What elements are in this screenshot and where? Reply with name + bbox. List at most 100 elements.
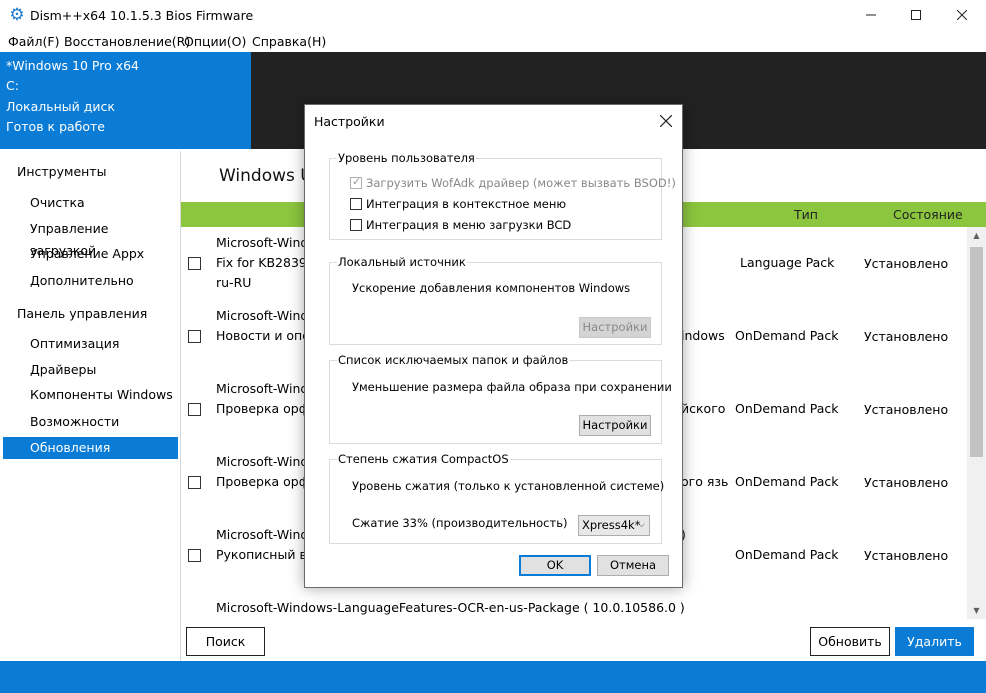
sidebar: Инструменты Очистка Управление загрузкой… [3, 151, 181, 661]
checkbox-label: Загрузить WofAdk драйвер (может вызвать … [366, 176, 676, 190]
menu-help[interactable]: Справка(H) [252, 34, 326, 49]
cancel-button[interactable]: Отмена [597, 555, 669, 576]
gear-icon: ⚙ [9, 5, 25, 25]
checkmark-icon: ✓ [352, 175, 362, 188]
drive-type: Локальный диск [6, 99, 115, 114]
checkbox-label: Интеграция в меню загрузки BCD [366, 218, 572, 232]
row-name-line: Microsoft-Wind [216, 308, 309, 323]
page-title: Windows U [219, 166, 313, 186]
menu-bar: Файл(F) Восстановление(R) Опции(O) Справ… [0, 31, 986, 52]
chevron-down-icon: ⌵ [638, 520, 645, 530]
delete-button[interactable]: Удалить [895, 627, 974, 656]
sidebar-item-appx[interactable]: Управление Appx [3, 243, 178, 265]
drive-letter: C: [6, 78, 19, 93]
ok-button[interactable]: OK [519, 555, 591, 576]
row-status: Установлено [864, 329, 949, 344]
sidebar-group-control-panel: Панель управления [17, 306, 148, 321]
scroll-down-icon[interactable]: ▼ [967, 602, 986, 619]
checkbox-box[interactable] [350, 198, 362, 210]
row-status: Установлено [864, 256, 949, 271]
row-type: OnDemand Pack [735, 547, 839, 562]
checkbox-box: ✓ [350, 175, 362, 189]
row-name-line: Проверка орфо [216, 474, 318, 489]
compression-select-value: Xpress4k* [582, 518, 641, 532]
maximize-icon [911, 10, 921, 20]
minimize-icon [866, 14, 876, 16]
close-button[interactable] [939, 0, 985, 31]
compactos-ratio-text: Сжатие 33% (производительность) [352, 516, 568, 530]
sidebar-item-drivers[interactable]: Драйверы [3, 359, 178, 381]
menu-options[interactable]: Опции(O) [184, 34, 246, 49]
sidebar-item-optimization[interactable]: Оптимизация [3, 333, 178, 355]
checkbox-label: Интеграция в контекстное меню [366, 197, 567, 211]
scrollbar-thumb[interactable] [970, 247, 983, 457]
vertical-scrollbar[interactable]: ▲ ▼ [967, 227, 986, 619]
close-icon [956, 9, 968, 21]
maximize-button[interactable] [893, 0, 939, 31]
row-name-line: Microsoft-Wind [216, 527, 309, 542]
menu-restore[interactable]: Восстановление(R) [64, 34, 190, 49]
column-status[interactable]: Состояние [893, 207, 963, 222]
row-checkbox[interactable] [188, 549, 201, 562]
dialog-title: Настройки [314, 114, 385, 129]
close-icon [659, 114, 673, 128]
row-checkbox[interactable] [188, 330, 201, 343]
row-checkbox[interactable] [188, 476, 201, 489]
compactos-level-text: Уровень сжатия (только к установленной с… [352, 479, 665, 493]
row-checkbox[interactable] [188, 257, 201, 270]
search-button[interactable]: Поиск [186, 627, 265, 656]
sidebar-group-tools: Инструменты [17, 164, 107, 179]
checkbox-box[interactable] [350, 219, 362, 231]
compression-select[interactable]: Xpress4k* ⌵ [578, 515, 650, 536]
sidebar-item-features[interactable]: Возможности [3, 411, 178, 433]
scroll-up-icon[interactable]: ▲ [967, 227, 986, 244]
status-text: Готов к работе [6, 119, 105, 134]
refresh-button[interactable]: Обновить [810, 627, 890, 656]
group-user-level-legend: Уровень пользователя [337, 151, 476, 165]
local-source-settings-button: Настройки [579, 317, 651, 338]
settings-dialog: Настройки Уровень пользователя ✓ Загрузит… [304, 104, 683, 588]
group-exclusions-legend: Список исключаемых папок и файлов [337, 353, 570, 367]
sidebar-item-advanced[interactable]: Дополнительно [3, 270, 178, 292]
row-type: OnDemand Pack [735, 474, 839, 489]
row-name-line: Новости и опов [216, 328, 318, 343]
column-type[interactable]: Тип [794, 207, 818, 222]
row-name-line: Microsoft-Windows-LanguageFeatures-OCR-e… [216, 600, 685, 615]
exclusions-settings-button[interactable]: Настройки [579, 415, 651, 436]
sidebar-item-components[interactable]: Компоненты Windows [3, 384, 178, 406]
row-name-overflow: йского [681, 401, 726, 416]
bcd-menu-checkbox[interactable]: Интеграция в меню загрузки BCD [350, 218, 571, 232]
menu-file[interactable]: Файл(F) [8, 34, 59, 49]
row-name-line: ru-RU [216, 275, 252, 290]
row-type: OnDemand Pack [735, 401, 839, 416]
dialog-close-button[interactable] [655, 110, 677, 132]
sidebar-item-boot[interactable]: Управление загрузкой [3, 218, 178, 258]
wofadk-checkbox: ✓ Загрузить WofAdk драйвер (может вызвать… [350, 175, 676, 190]
group-compactos-legend: Степень сжатия CompactOS [337, 452, 510, 466]
row-status: Установлено [864, 475, 949, 490]
row-name-line: Microsoft-Wind [216, 381, 309, 396]
group-local-source-legend: Локальный источник [337, 255, 467, 269]
image-info-panel[interactable]: *Windows 10 Pro x64 C: Локальный диск Го… [0, 52, 251, 149]
sidebar-item-cleanup[interactable]: Очистка [3, 192, 178, 214]
minimize-button[interactable] [848, 0, 894, 31]
context-menu-checkbox[interactable]: Интеграция в контекстное меню [350, 197, 566, 211]
row-type: OnDemand Pack [735, 328, 839, 343]
row-name-line: Fix for KB28396 [216, 255, 315, 270]
title-bar: ⚙ Dism++x64 10.1.5.3 Bios Firmware [0, 0, 986, 31]
row-checkbox[interactable] [188, 403, 201, 416]
window-title: Dism++x64 10.1.5.3 Bios Firmware [30, 8, 254, 23]
os-name: *Windows 10 Pro x64 [6, 58, 140, 73]
exclusions-text: Уменьшение размера файла образа при сохр… [352, 380, 672, 394]
status-bar [0, 661, 986, 693]
row-name-overflow: ого язь [681, 474, 729, 489]
row-name-overflow: indows [681, 328, 725, 343]
row-status: Установлено [864, 402, 949, 417]
local-source-text: Ускорение добавления компонентов Windows [352, 281, 631, 295]
row-name-line: Microsoft-Wind [216, 235, 309, 250]
row-name-line: Проверка орфо [216, 401, 318, 416]
table-row[interactable]: Microsoft-Windows-LanguageFeatures-OCR-e… [181, 598, 967, 618]
row-type: Language Pack [740, 255, 835, 270]
row-status: Установлено [864, 548, 949, 563]
sidebar-item-updates[interactable]: Обновления [3, 437, 178, 459]
